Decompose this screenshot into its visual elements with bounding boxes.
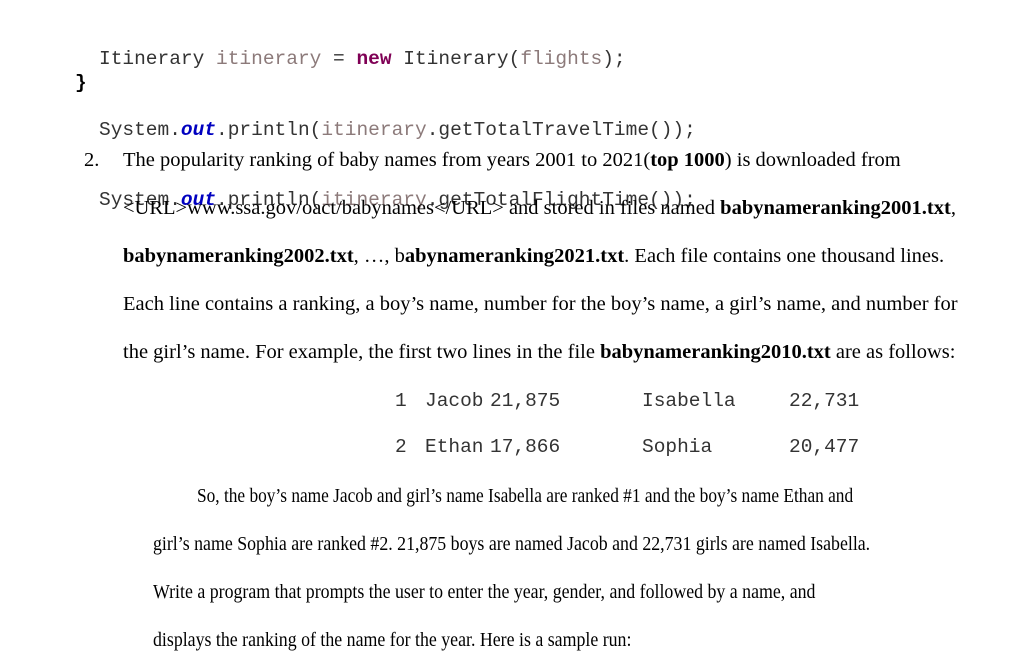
problem-line-2: <URL>www.ssa.gov/oact/babynames</URL> an…	[123, 197, 956, 219]
explanation-line-3: Write a program that prompts the user to…	[153, 581, 816, 603]
explanation-line-2: girl’s name Sophia are ranked #2. 21,875…	[153, 533, 871, 555]
explanation-line-1: So, the boy’s name Jacob and girl’s name…	[197, 485, 854, 507]
problem-number: 2.	[84, 149, 100, 171]
explanation-line-4: displays the ranking of the name for the…	[153, 629, 632, 651]
problem-line-3: babynameranking2002.txt, …, babynamerank…	[123, 245, 945, 267]
problem-line-4: Each line contains a ranking, a boy’s na…	[123, 293, 958, 315]
problem-line-5: the girl’s name. For example, the first …	[123, 341, 956, 363]
closing-brace: }	[75, 72, 87, 94]
code-line-2: System.out.println(itinerary.getTotalTra…	[99, 118, 696, 141]
problem-line-1: The popularity ranking of baby names fro…	[123, 149, 901, 171]
code-line-1: Itinerary itinerary = new Itinerary(flig…	[99, 48, 626, 70]
